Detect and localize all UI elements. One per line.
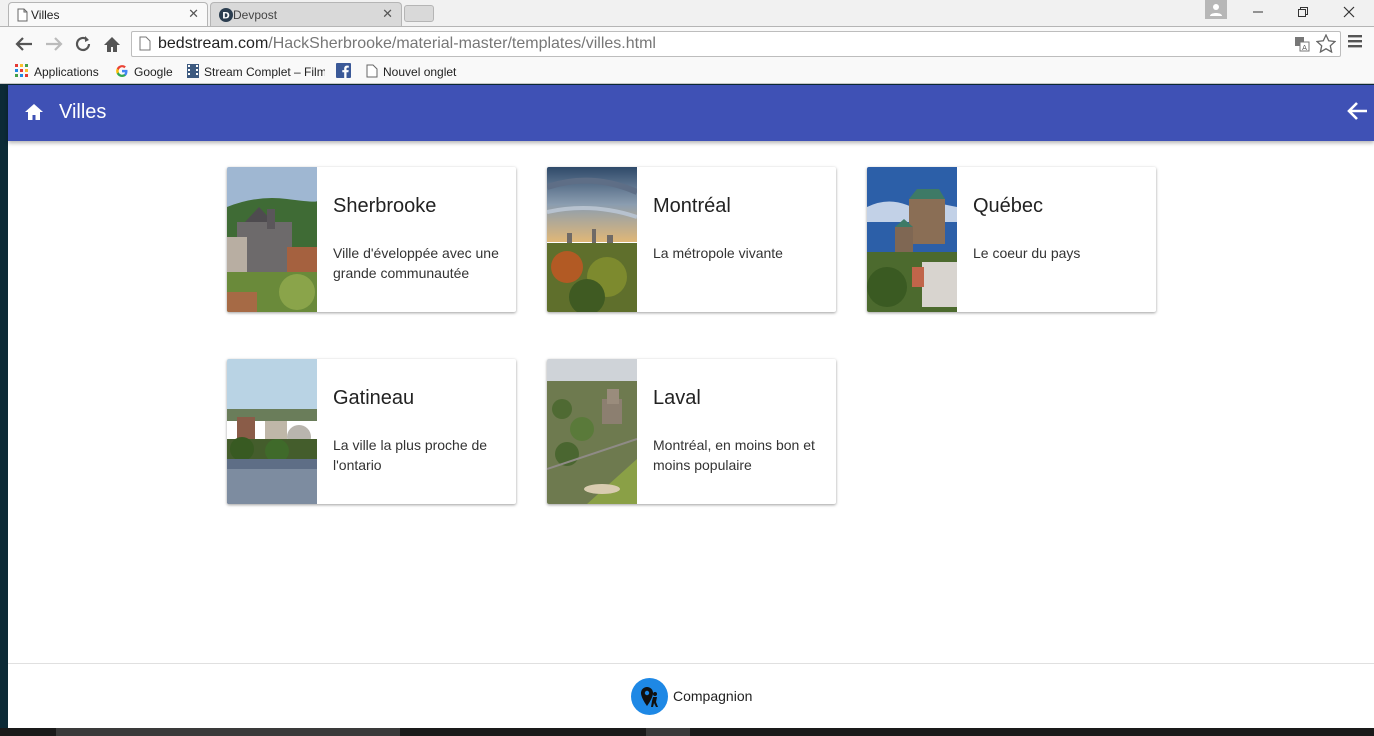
browser-tabstrip: Villes ✕ D Devpost ✕ <box>0 0 1374 26</box>
bookmark-label: Nouvel onglet <box>383 65 457 79</box>
close-tab-icon[interactable]: ✕ <box>188 7 199 21</box>
back-arrow-icon[interactable] <box>12 32 36 56</box>
home-icon[interactable] <box>100 32 124 56</box>
reload-icon[interactable] <box>71 32 95 56</box>
page-icon <box>17 8 28 25</box>
city-card-quebec[interactable]: Québec Le coeur du pays <box>867 167 1156 312</box>
city-description: La métropole vivante <box>653 245 783 261</box>
svg-text:D: D <box>222 12 229 22</box>
translate-icon[interactable]: A <box>1294 36 1310 57</box>
city-card-montreal[interactable]: Montréal La métropole vivante <box>547 167 836 312</box>
bookmarks-bar: Applications Google Stream Complet – Fil… <box>0 60 1374 84</box>
city-name: Sherbrooke <box>333 195 437 217</box>
web-page: Villes Sherbrooke Ville d'éveloppée avec… <box>8 85 1374 728</box>
city-photo-sherbrooke <box>227 167 317 312</box>
bookmark-google[interactable]: Google <box>115 63 173 81</box>
bookmark-label: Stream Complet – Film <box>204 65 325 79</box>
facebook-icon <box>336 63 351 81</box>
page-title: Villes <box>59 101 107 123</box>
page-footer: Compagnion <box>8 663 1374 728</box>
url-host: bedstream.com <box>158 35 269 52</box>
brand-name: Compagnion <box>673 688 753 704</box>
city-name: Laval <box>653 387 701 409</box>
devpost-icon: D <box>219 8 233 25</box>
city-card-gatineau[interactable]: Gatineau La ville la plus proche de l'on… <box>227 359 516 504</box>
chrome-menu-icon[interactable] <box>1348 34 1362 53</box>
close-tab-icon[interactable]: ✕ <box>382 7 393 21</box>
compagnion-logo-icon[interactable] <box>631 678 668 715</box>
tab-devpost[interactable]: D Devpost ✕ <box>210 2 402 26</box>
bookmark-label: Applications <box>34 65 99 79</box>
city-photo-quebec <box>867 167 957 312</box>
bookmark-star-icon[interactable] <box>1315 33 1337 58</box>
restore-icon[interactable] <box>1280 0 1326 24</box>
page-icon <box>366 64 378 81</box>
svg-text:A: A <box>1302 44 1307 52</box>
forward-arrow-icon[interactable] <box>42 32 66 56</box>
city-description: Montréal, en moins bon et moins populair… <box>653 437 815 473</box>
city-card-laval[interactable]: Laval Montréal, en moins bon et moins po… <box>547 359 836 504</box>
city-description: La ville la plus proche de l'ontario <box>333 437 488 473</box>
home-icon[interactable] <box>24 103 44 126</box>
film-icon <box>187 63 199 81</box>
tab-title: Devpost <box>233 7 278 22</box>
browser-toolbar: bedstream.com/HackSherbrooke/material-ma… <box>0 26 1374 60</box>
tab-title: Villes <box>31 7 60 22</box>
url-path: /HackSherbrooke/material-master/template… <box>268 35 656 52</box>
bookmark-label: Google <box>134 65 173 79</box>
google-icon <box>115 64 129 81</box>
close-window-icon[interactable] <box>1326 0 1372 24</box>
user-profile-icon[interactable] <box>1205 0 1227 19</box>
city-name: Gatineau <box>333 387 415 409</box>
bookmark-stream-complet[interactable]: Stream Complet – Film <box>187 63 325 81</box>
bookmark-nouvel-onglet[interactable]: Nouvel onglet <box>366 63 456 81</box>
city-card-sherbrooke[interactable]: Sherbrooke Ville d'éveloppée avec une gr… <box>227 167 516 312</box>
bookmark-facebook[interactable] <box>336 63 351 81</box>
bookmark-applications[interactable]: Applications <box>15 63 99 81</box>
back-arrow-icon[interactable] <box>1346 101 1368 126</box>
address-bar[interactable]: bedstream.com/HackSherbrooke/material-ma… <box>131 31 1341 57</box>
apps-grid-icon <box>15 63 29 81</box>
city-name: Montréal <box>653 195 731 217</box>
os-taskbar <box>0 728 1374 736</box>
city-photo-laval <box>547 359 637 504</box>
app-bar: Villes <box>8 85 1374 141</box>
city-photo-gatineau <box>227 359 317 504</box>
tab-villes[interactable]: Villes ✕ <box>8 2 208 26</box>
city-name: Québec <box>973 195 1044 217</box>
city-photo-montreal <box>547 167 637 312</box>
new-tab-button[interactable] <box>404 5 434 22</box>
city-description: Ville d'éveloppée avec une grande commun… <box>333 245 499 281</box>
city-description: Le coeur du pays <box>973 245 1081 261</box>
page-icon <box>139 36 151 56</box>
minimize-icon[interactable] <box>1235 0 1281 24</box>
